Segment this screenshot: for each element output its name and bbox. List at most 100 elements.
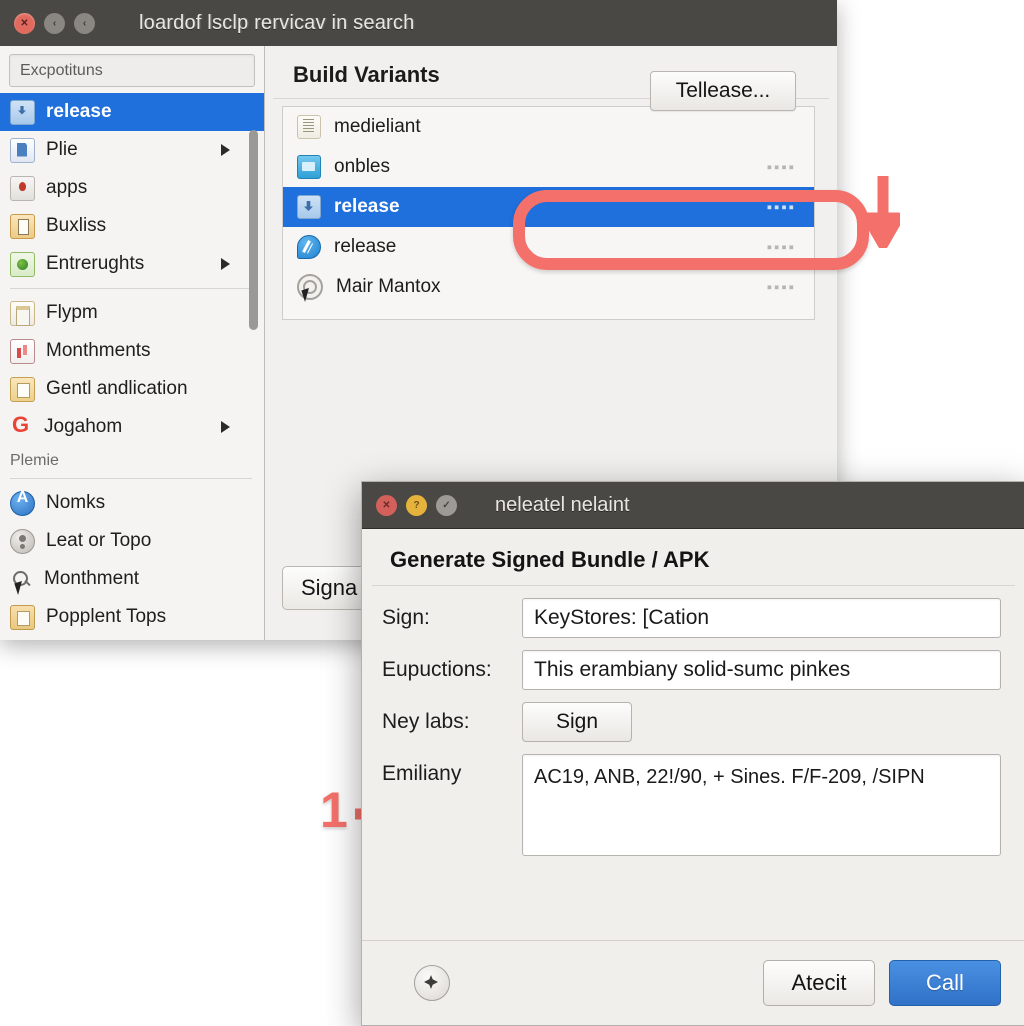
dialog-title: neleatel nelaint [495, 493, 630, 516]
sidebar-item-flypm[interactable]: Flypm [0, 294, 264, 332]
field-label: Sign: [382, 606, 430, 629]
generate-signed-bundle-dialog: ✕ ? ✓ neleatel nelaint Generate Signed B… [361, 481, 1024, 1026]
table-row[interactable]: medieliant [283, 107, 814, 147]
field-emiliany: Emiliany AC19, ANB, 22!/90, + Sines. F/F… [362, 742, 1024, 856]
sidebar-item-monthments[interactable]: Monthments [0, 332, 264, 370]
spreadsheet-icon [297, 115, 321, 139]
globe-green-icon [10, 251, 35, 277]
target-gray-icon [297, 274, 323, 300]
row-label: onbles [334, 156, 390, 177]
sidebar-item-label: Nomks [46, 492, 106, 513]
search-input[interactable]: Excpotituns [9, 54, 255, 87]
sidebar-item-monthment[interactable]: Monthment [0, 560, 264, 598]
sidebar-item-label: Jogahom [44, 416, 123, 437]
sidebar-item-apps[interactable]: apps [0, 169, 264, 207]
sidebar-item-entrerughts[interactable]: Entrerughts [0, 245, 264, 283]
sidebar-item-release[interactable]: release [0, 93, 264, 131]
cancel-button[interactable]: Atecit [763, 960, 875, 1006]
sidebar-item-label: Leat or Topo [46, 530, 152, 551]
search-icon [10, 568, 33, 591]
sidebar-item-label: Buxliss [46, 215, 107, 236]
row-label: release [334, 236, 397, 257]
row-handle-icon[interactable]: ▪▪▪▪ [767, 279, 796, 296]
confirm-button[interactable]: Call [889, 960, 1001, 1006]
folder-tan-icon [10, 376, 35, 402]
chevron-right-icon [221, 144, 230, 156]
sidebar-item-label: apps [46, 177, 88, 198]
minimize-icon[interactable]: ‹ [44, 12, 65, 34]
google-icon [10, 412, 33, 439]
window-blue-icon [297, 155, 321, 179]
sidebar-scrollbar[interactable] [249, 130, 258, 330]
scrollbar-thumb[interactable] [249, 130, 258, 330]
sign-input[interactable]: KeyStores: [Cation [522, 598, 1001, 638]
field-eupuctions: Eupuctions: This erambiany solid-sumc pi… [362, 638, 1024, 690]
row-label: Mair Mantox [336, 276, 441, 297]
sidebar-item-popplent-tops[interactable]: Popplent Tops [0, 598, 264, 636]
sidebar: Excpotituns release Plie apps Buxliss En… [0, 46, 265, 640]
sidebar-item-gentl-andlication[interactable]: Gentl andlication [0, 370, 264, 408]
step-number-label: 1 [320, 782, 348, 838]
tools-blue-icon [297, 235, 321, 259]
field-ney-labs: Ney labs: Sign [362, 690, 1024, 742]
main-window-titlebar[interactable]: ✕ ‹ ‹ loardof lsclp rervicav in search [0, 0, 837, 47]
sidebar-item-label: Popplent Tops [46, 606, 167, 627]
table-row[interactable]: onbles ▪▪▪▪ [283, 147, 814, 187]
file-blue-icon [10, 137, 35, 163]
help-compass-icon[interactable] [414, 965, 450, 1001]
tellease-button[interactable]: Tellease... [650, 71, 796, 111]
chart-red-icon [10, 338, 35, 364]
sidebar-item-plie[interactable]: Plie [0, 131, 264, 169]
close-icon[interactable]: ✕ [376, 494, 397, 516]
help-question-icon[interactable]: ? [406, 494, 427, 516]
chevron-right-icon [221, 421, 230, 433]
release-icon [10, 99, 35, 125]
chevron-right-icon [221, 258, 230, 270]
window-controls: ✕ ‹ ‹ [14, 12, 95, 34]
table-row[interactable]: Mair Mantox ▪▪▪▪ [283, 267, 814, 307]
sidebar-item-label: Entrerughts [46, 253, 145, 274]
sidebar-item-label: Monthments [46, 340, 151, 361]
search-input-value: Excpotituns [20, 61, 103, 79]
sidebar-item-nomks[interactable]: Nomks [0, 484, 264, 522]
dialog-window-controls: ✕ ? ✓ [376, 494, 457, 516]
letter-a-blue-icon [10, 489, 35, 516]
folder-open-icon [10, 604, 35, 630]
row-handle-icon[interactable]: ▪▪▪▪ [767, 159, 796, 176]
row-label: release [334, 196, 400, 217]
field-sign: Sign: KeyStores: [Cation [362, 586, 1024, 638]
sidebar-item-label: release [46, 101, 112, 122]
callout-arrow-down [866, 176, 900, 248]
sidebar-divider [10, 288, 252, 289]
document-tan-icon [10, 213, 35, 239]
sidebar-item-label: Flypm [46, 302, 98, 323]
field-label: Emiliany [382, 762, 462, 785]
sidebar-item-leat-or-topo[interactable]: Leat or Topo [0, 522, 264, 560]
sidebar-item-label: Gentl andlication [46, 378, 188, 399]
sidebar-item-jogahom[interactable]: Jogahom [0, 408, 264, 446]
sign-input-value: KeyStores: [Cation [534, 606, 710, 629]
sidebar-item-label: Monthment [44, 568, 140, 589]
row-label: medieliant [334, 116, 421, 137]
close-icon[interactable]: ✕ [14, 12, 35, 34]
confirm-check-icon[interactable]: ✓ [436, 494, 457, 516]
clipboard-icon [10, 300, 35, 326]
maximize-icon[interactable]: ‹ [74, 12, 95, 34]
dialog-titlebar[interactable]: ✕ ? ✓ neleatel nelaint [362, 482, 1024, 529]
sidebar-group-label: Plemie [10, 452, 59, 469]
eupuctions-input[interactable]: This erambiany solid-sumc pinkes [522, 650, 1001, 690]
sidebar-item-label: Plie [46, 139, 78, 160]
field-label: Ney labs: [382, 710, 470, 733]
emiliany-textarea[interactable]: AC19, ANB, 22!/90, + Sines. F/F-209, /SI… [522, 754, 1001, 856]
person-gray-icon [10, 528, 35, 554]
highlight-oval [513, 190, 869, 270]
field-label: Eupuctions: [382, 658, 492, 681]
sidebar-divider [10, 478, 252, 479]
dialog-footer: Atecit Call [362, 940, 1024, 1025]
sidebar-item-buxliss[interactable]: Buxliss [0, 207, 264, 245]
release-icon [297, 195, 321, 219]
eupuctions-input-value: This erambiany solid-sumc pinkes [534, 658, 851, 681]
apps-icon [10, 175, 35, 201]
sign-button[interactable]: Sign [522, 702, 632, 742]
window-title: loardof lsclp rervicav in search [139, 11, 415, 34]
